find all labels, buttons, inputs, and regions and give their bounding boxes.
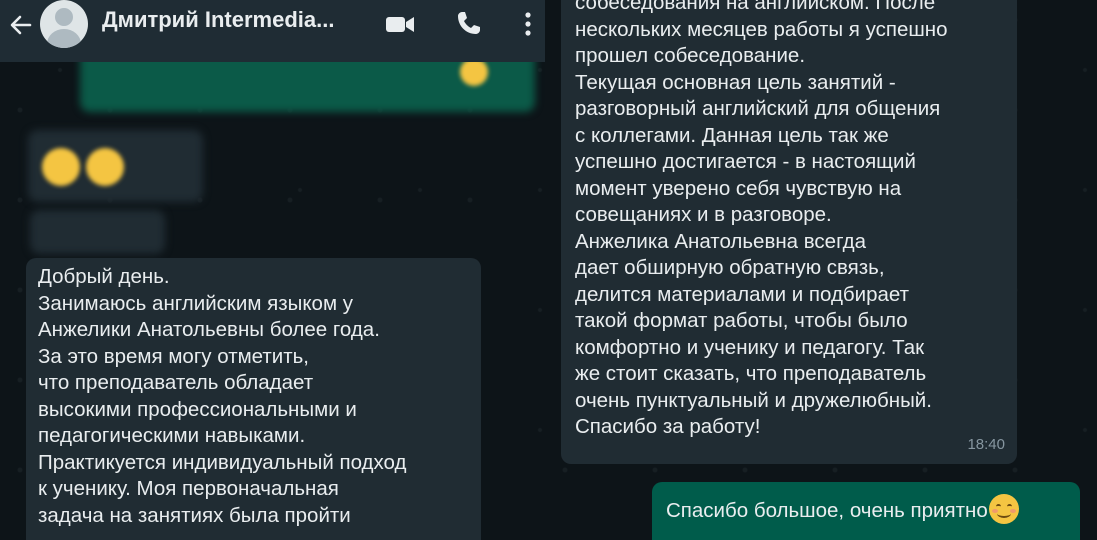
- message-line: разговорный английский для общения: [575, 97, 941, 120]
- chat-header: Дмитрий Intermedia...: [0, 0, 545, 62]
- message-timestamp: 18:40: [967, 435, 1005, 453]
- contact-avatar[interactable]: [40, 0, 88, 48]
- message-line: совещаниях и в разговоре.: [575, 203, 832, 226]
- chat-pane-right: собеседования на английском. После неско…: [545, 0, 1097, 540]
- message-line: успешно достигается - в настоящий: [575, 150, 916, 173]
- chat-pane-left: Добрый день. Занимаюсь английским языком…: [0, 0, 545, 540]
- message-line: собеседования на английском. После: [575, 0, 936, 14]
- message-text: Спасибо большое, очень приятно: [666, 499, 988, 522]
- message-line: к ученику. Моя первоначальная: [38, 477, 339, 500]
- message-line: нескольких месяцев работы я успешно: [575, 17, 948, 41]
- message-line: Анжелики Анатольевны более года.: [38, 318, 380, 341]
- message-line: Спасибо за работу!: [575, 415, 761, 438]
- outgoing-message-bubble[interactable]: Спасибо большое, очень приятно: [652, 482, 1080, 540]
- message-line: такой формат работы, чтобы было: [575, 309, 908, 332]
- message-line: с коллегами. Данная цель так же: [575, 123, 889, 147]
- message-line: Практикуется индивидуальный подход: [38, 450, 407, 474]
- message-line: что преподаватель обладает: [38, 371, 314, 394]
- message-line: За это время могу отметить,: [38, 344, 310, 368]
- message-line: Занимаюсь английским языком у: [38, 291, 353, 315]
- blurred-emoji: [42, 148, 80, 186]
- message-line: комфортно и ученику и педагогу. Так: [575, 335, 925, 359]
- smiling-face-icon: [988, 494, 1019, 524]
- arrow-left-icon[interactable]: [4, 8, 38, 42]
- message-line: Добрый день.: [38, 265, 170, 288]
- message-line: же стоит сказать, что преподаватель: [575, 362, 927, 385]
- blurred-emoji: [86, 148, 124, 186]
- message-line: задача на занятиях была пройти: [38, 503, 351, 527]
- contact-name[interactable]: Дмитрий Intermedia...: [102, 7, 334, 33]
- message-line: высокими профессиональными и: [38, 397, 357, 421]
- default-avatar-icon: [55, 8, 73, 26]
- kebab-menu-icon[interactable]: [516, 10, 540, 38]
- video-camera-icon[interactable]: [384, 10, 416, 38]
- message-line: момент уверено себя чувствую на: [575, 176, 902, 200]
- blurred-incoming-bubble: [30, 210, 165, 254]
- message-line: Текущая основная цель занятий -: [575, 70, 896, 94]
- message-line: дает обширную обратную связь,: [575, 256, 885, 279]
- message-line: очень пунктуальный и дружелюбный.: [575, 388, 932, 412]
- blurred-emoji: [460, 58, 488, 86]
- message-line: прошел собеседование.: [575, 44, 806, 67]
- incoming-message-bubble[interactable]: собеседования на английском. После неско…: [561, 0, 1017, 464]
- message-line: педагогическими навыками.: [38, 424, 306, 447]
- message-line: Анжелика Анатольевна всегда: [575, 229, 866, 253]
- message-line: делится материалами и подбирает: [575, 282, 910, 306]
- phone-icon[interactable]: [454, 8, 484, 38]
- incoming-message-bubble[interactable]: Добрый день. Занимаюсь английским языком…: [26, 258, 481, 540]
